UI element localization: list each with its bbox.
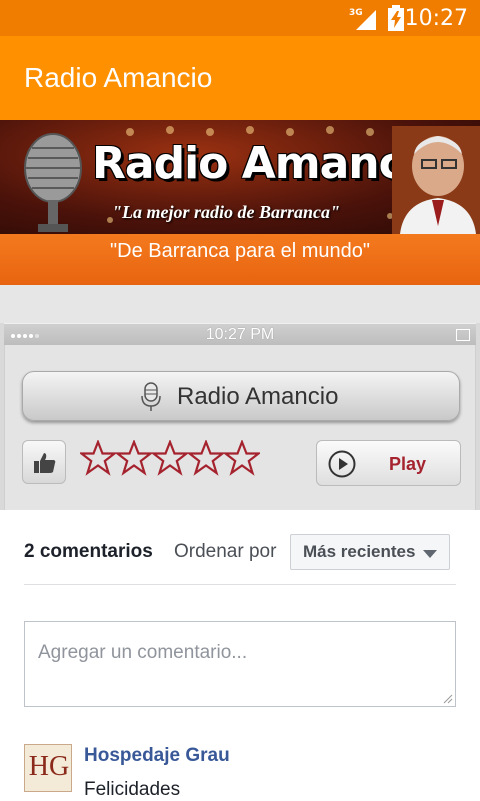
rating-star-2[interactable]	[116, 440, 152, 476]
player-inner-status-bar: 10:27 PM	[4, 323, 476, 345]
clock: 10:27	[404, 6, 468, 31]
avatar-monogram: HG	[28, 751, 70, 782]
like-button[interactable]	[22, 440, 66, 484]
microphone-icon	[141, 382, 161, 411]
divider	[24, 584, 456, 585]
comment-input[interactable]: Agregar un comentario...	[24, 621, 456, 707]
comment-input-placeholder: Agregar un comentario...	[38, 642, 248, 663]
sort-dropdown[interactable]: Más recientes	[290, 534, 450, 570]
network-type-label: 3G	[349, 8, 363, 18]
play-button-label: Play	[389, 454, 427, 474]
sort-selected-value: Más recientes	[303, 542, 416, 561]
station-button-label: Radio Amancio	[177, 383, 339, 410]
player-inner-time: 10:27 PM	[205, 326, 275, 343]
rating-star-5[interactable]	[224, 440, 260, 476]
app-bar: Radio Amancio	[0, 36, 480, 120]
status-bar: 3G 10:27	[0, 0, 480, 36]
rating-star-1[interactable]	[80, 440, 116, 476]
comment-author[interactable]: Hospedaje Grau	[84, 745, 230, 767]
vintage-microphone-icon	[24, 133, 82, 232]
player-top-gap	[0, 285, 480, 323]
play-button[interactable]: Play	[316, 440, 461, 486]
play-icon	[328, 450, 356, 478]
avatar[interactable]: HG	[24, 744, 72, 792]
station-banner: Radio Amancio "La mejor radio de Barranc…	[0, 120, 480, 285]
comment-count: 2 comentarios	[24, 541, 153, 562]
resize-grip-icon[interactable]	[443, 694, 453, 704]
battery-icon	[456, 329, 470, 341]
rating-stars	[80, 440, 260, 476]
rating-star-4[interactable]	[188, 440, 224, 476]
comment-text: Felicidades	[84, 779, 181, 800]
thumbs-up-icon	[34, 453, 56, 473]
rating-star-3[interactable]	[152, 440, 188, 476]
banner-slogan: "De Barranca para el mundo"	[110, 240, 370, 262]
chevron-down-icon	[423, 550, 437, 558]
app-title: Radio Amancio	[24, 62, 213, 93]
signal-icon: 3G	[349, 8, 376, 30]
banner-motto: "La mejor radio de Barranca"	[112, 202, 340, 222]
station-button[interactable]: Radio Amancio	[22, 371, 460, 421]
host-portrait	[392, 126, 480, 234]
sort-label: Ordenar por	[174, 541, 277, 562]
comments-section: 2 comentarios Ordenar por Más recientes …	[0, 510, 480, 800]
battery-charging-icon	[388, 5, 404, 31]
